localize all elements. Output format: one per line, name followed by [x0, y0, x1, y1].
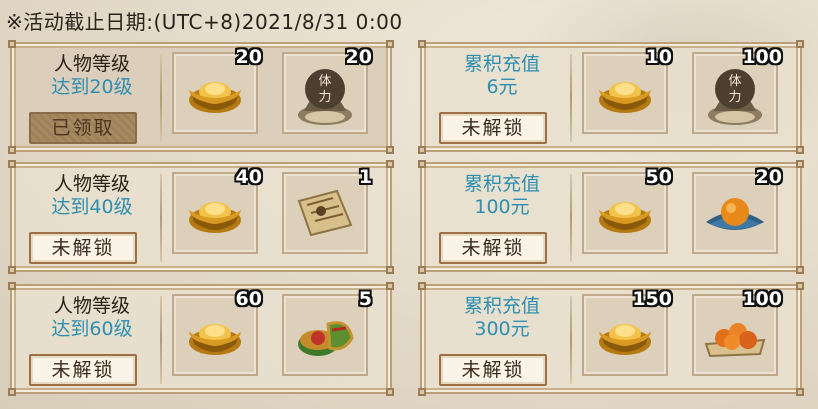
condition: 人物等级 达到20级 [24, 52, 160, 98]
reward-quantity: 40 [235, 166, 262, 188]
condition: 人物等级 达到40级 [24, 172, 160, 218]
reward-slot[interactable]: 60 [172, 288, 262, 376]
reward-card-level-20: 人物等级 达到20级 已领取 20 体力 20 [8, 40, 394, 154]
locked-button[interactable]: 未解锁 [439, 232, 547, 264]
stamina-bag-icon: 体力 [294, 59, 356, 127]
gold-ingot-icon [596, 190, 654, 236]
fruit-platter-icon [702, 310, 768, 360]
condition-title: 人物等级 [53, 295, 130, 317]
divider [570, 174, 572, 262]
reward-quantity: 50 [645, 166, 672, 188]
divider [160, 174, 162, 262]
reward-slot[interactable]: 体力 100 [692, 46, 782, 134]
condition-target: 达到60级 [51, 318, 133, 340]
condition-target: 6元 [486, 76, 518, 98]
reward-quantity: 5 [358, 288, 372, 310]
divider [570, 54, 572, 142]
condition-target: 100元 [474, 196, 530, 218]
divider [160, 296, 162, 384]
reward-card-level-60: 人物等级 达到60级 未解锁 60 5 [8, 282, 394, 396]
reward-quantity: 20 [345, 46, 372, 68]
gold-ingot-icon [596, 70, 654, 116]
svg-text:体: 体 [318, 74, 331, 89]
condition-title: 累积充值 [463, 295, 540, 317]
condition-target: 300元 [474, 318, 530, 340]
reward-card-level-40: 人物等级 达到40级 未解锁 40 1 [8, 160, 394, 274]
svg-text:力: 力 [318, 90, 331, 105]
claimed-button[interactable]: 已领取 [29, 112, 137, 144]
condition: 累积充值 100元 [434, 172, 570, 218]
gold-ingot-icon [186, 70, 244, 116]
reward-slot[interactable]: 20 [692, 166, 782, 254]
treasure-box-icon [294, 308, 356, 362]
svg-text:力: 力 [728, 90, 741, 105]
svg-text:体: 体 [728, 74, 741, 89]
locked-button[interactable]: 未解锁 [439, 112, 547, 144]
locked-button[interactable]: 未解锁 [29, 232, 137, 264]
reward-quantity: 100 [742, 46, 782, 68]
condition: 人物等级 达到60级 [24, 294, 160, 340]
condition-target: 达到20级 [51, 76, 133, 98]
reward-card-recharge-6: 累积充值 6元 未解锁 10 体力 100 [418, 40, 804, 154]
reward-card-recharge-100: 累积充值 100元 未解锁 50 20 [418, 160, 804, 274]
gold-ingot-icon [186, 190, 244, 236]
condition-title: 累积充值 [463, 173, 540, 195]
condition: 累积充值 6元 [434, 52, 570, 98]
reward-slot[interactable]: 5 [282, 288, 372, 376]
reward-quantity: 1 [358, 166, 372, 188]
condition-title: 累积充值 [463, 53, 540, 75]
condition-target: 达到40级 [51, 196, 133, 218]
locked-button[interactable]: 未解锁 [29, 354, 137, 386]
event-deadline: ※活动截止日期:(UTC+8)2021/8/31 0:00 [6, 10, 403, 34]
reward-quantity: 150 [632, 288, 672, 310]
reward-quantity: 100 [742, 288, 782, 310]
reward-card-recharge-300: 累积充值 300元 未解锁 150 100 [418, 282, 804, 396]
condition-title: 人物等级 [53, 53, 130, 75]
reward-slot[interactable]: 体力 20 [282, 46, 372, 134]
reward-slot[interactable]: 50 [582, 166, 672, 254]
reward-slot[interactable]: 100 [692, 288, 782, 376]
scroll-map-icon [293, 187, 357, 239]
reward-slot[interactable]: 10 [582, 46, 672, 134]
stamina-bag-icon: 体力 [704, 59, 766, 127]
gold-ingot-icon [596, 312, 654, 358]
condition-title: 人物等级 [53, 173, 130, 195]
reward-quantity: 60 [235, 288, 262, 310]
gold-ingot-icon [186, 312, 244, 358]
orange-cushion-icon [702, 188, 768, 238]
condition: 累积充值 300元 [434, 294, 570, 340]
locked-button[interactable]: 未解锁 [439, 354, 547, 386]
divider [570, 296, 572, 384]
reward-quantity: 10 [645, 46, 672, 68]
reward-quantity: 20 [235, 46, 262, 68]
reward-slot[interactable]: 150 [582, 288, 672, 376]
reward-slot[interactable]: 40 [172, 166, 262, 254]
reward-slot[interactable]: 1 [282, 166, 372, 254]
reward-quantity: 20 [755, 166, 782, 188]
reward-slot[interactable]: 20 [172, 46, 262, 134]
divider [160, 54, 162, 142]
